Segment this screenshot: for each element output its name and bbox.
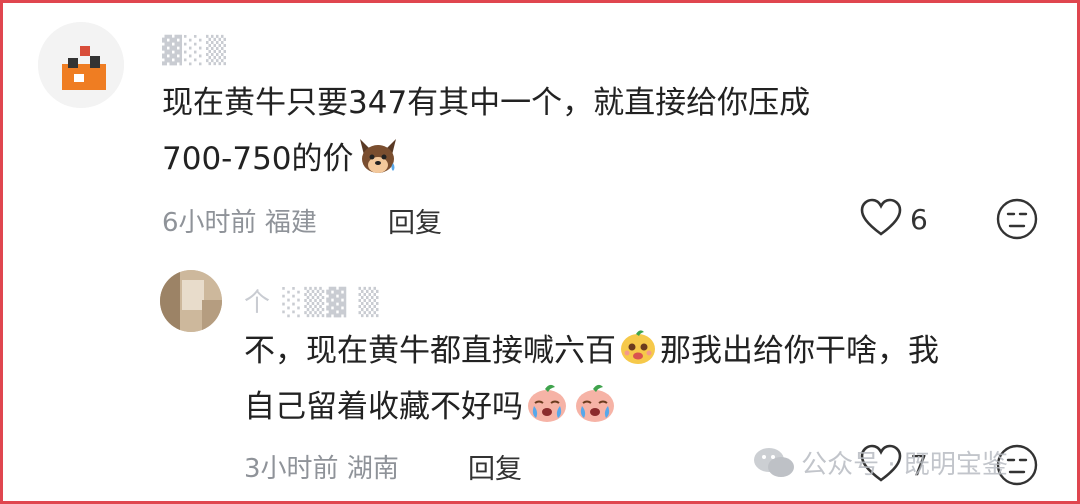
- heart-icon: [860, 198, 902, 236]
- comment-text-line: 自己留着收藏不好吗: [244, 380, 619, 440]
- comment-meta: 3小时前 湖南: [244, 448, 399, 485]
- avatar[interactable]: [38, 22, 124, 108]
- yellow-smile-emoji: [618, 327, 658, 384]
- comment-text-line: 现在黄牛只要347有其中一个，就直接给你压成: [162, 85, 811, 121]
- meh-face-icon: [996, 198, 1038, 240]
- comment-time: 6小时前: [162, 208, 257, 238]
- comment-text: 不，现在黄牛都直接喊六百: [244, 333, 616, 369]
- comment-text: 那我出给你干啥，我: [660, 333, 939, 369]
- like-count: 6: [910, 203, 928, 236]
- dog-sweat-emoji: [356, 135, 400, 192]
- comment-location: 湖南: [346, 454, 399, 484]
- watermark: 公众号 · 既明宝鉴: [752, 444, 1008, 481]
- comment-meta: 6小时前 福建: [162, 202, 317, 239]
- crying-peach-emoji: [525, 381, 569, 440]
- avatar[interactable]: [160, 270, 222, 332]
- wechat-icon: [754, 448, 794, 477]
- reply-button[interactable]: 回复: [388, 201, 442, 240]
- comment-text: 自己留着收藏不好吗: [244, 389, 523, 425]
- dislike-button[interactable]: [996, 198, 1038, 244]
- comment-time: 3小时前: [244, 454, 339, 484]
- reply-button[interactable]: 回复: [468, 447, 522, 486]
- watermark-text: 公众号 · 既明宝鉴: [801, 450, 1008, 480]
- author-name[interactable]: ▓░▒: [162, 36, 228, 66]
- like-button[interactable]: [860, 198, 904, 240]
- author-name[interactable]: 个 ░▒▓ ▒: [244, 282, 381, 319]
- comment-text-line: 700-750的价: [162, 132, 402, 192]
- comment-location: 福建: [264, 208, 317, 238]
- crying-peach-emoji: [573, 381, 617, 440]
- comment-text: 700-750的价: [162, 141, 354, 177]
- comment-text-line: 不，现在黄牛都直接喊六百 那我出给你干啥，我: [244, 324, 939, 384]
